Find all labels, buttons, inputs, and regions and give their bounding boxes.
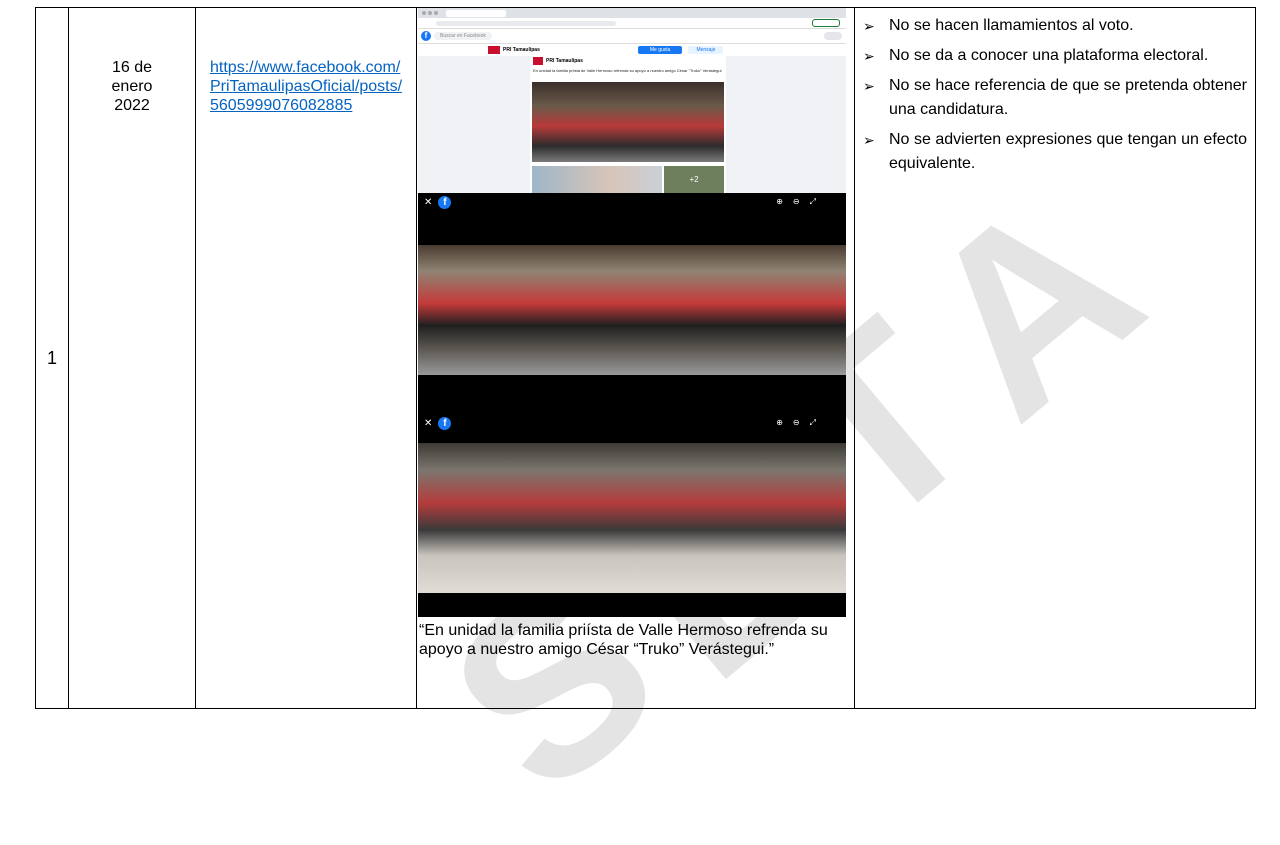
facebook-page-screenshot: f Buscar en Facebook PRI Tamaulipas Me g…: [418, 8, 846, 193]
more-photos-overlay[interactable]: +2: [664, 166, 724, 193]
facebook-logo-icon: f: [438, 195, 452, 209]
table-row: 1 16 de enero 2022 https://www.facebook.…: [35, 7, 1256, 709]
post-avatar-icon: [533, 57, 543, 65]
date-cell: 16 de enero 2022: [68, 7, 196, 709]
zoom-controls-icon[interactable]: ⊕⊖⤢: [776, 197, 826, 207]
browser-addressbar: [418, 18, 846, 29]
date-line: 2022: [114, 97, 150, 114]
date-line: 16 de: [111, 59, 153, 76]
post-photo-thumb: [532, 166, 662, 193]
arrow-bullet-icon: ➢: [863, 78, 875, 94]
event-photo-audience: [418, 443, 846, 593]
post-caption: “En unidad la familia priísta de Valle H…: [419, 622, 828, 658]
date-line: enero: [111, 78, 153, 95]
photo-viewer-1: ✕ f ⊕⊖⤢: [418, 193, 846, 414]
arrow-bullet-icon: ➢: [863, 18, 875, 34]
close-icon[interactable]: ✕: [424, 197, 432, 208]
menu-icon[interactable]: [824, 32, 842, 40]
post-text: En unidad la familia priísta de Valle He…: [533, 68, 722, 73]
post-card: PRI Tamaulipas En unidad la familia prií…: [530, 54, 726, 193]
browser-tabbar: [418, 8, 846, 18]
message-button[interactable]: Mensaje: [688, 46, 724, 54]
row-number-text: 1: [46, 347, 57, 368]
page-name: PRI Tamaulipas: [503, 47, 540, 53]
analysis-item: ➢ No se hace referencia de que se pretend…: [861, 74, 1247, 122]
facebook-logo-icon: f: [421, 31, 431, 41]
row-number: 1: [35, 7, 69, 709]
facebook-post-link[interactable]: https://www.facebook.com/PriTamaulipasOf…: [196, 8, 416, 115]
analysis-list: ➢ No se hacen llamamientos al voto. ➢ No s…: [855, 8, 1255, 176]
analysis-item: ➢ No se da a conocer una plataforma elect…: [861, 44, 1247, 68]
photo-viewer-2: ✕ f ⊕⊖⤢: [418, 414, 846, 617]
analysis-item: ➢ No se advierten expresiones que tengan …: [861, 128, 1247, 176]
zoom-controls-icon[interactable]: ⊕⊖⤢: [776, 418, 826, 428]
evidence-table: 1 16 de enero 2022 https://www.facebook.…: [35, 7, 1256, 709]
close-icon[interactable]: ✕: [424, 418, 432, 429]
arrow-bullet-icon: ➢: [863, 48, 875, 64]
analysis-cell: ➢ No se hacen llamamientos al voto. ➢ No s…: [854, 7, 1256, 709]
arrow-bullet-icon: ➢: [863, 132, 875, 148]
post-author: PRI Tamaulipas: [546, 58, 583, 64]
search-input[interactable]: Buscar en Facebook: [434, 32, 492, 40]
facebook-topbar: f Buscar en Facebook: [418, 29, 846, 44]
link-cell: https://www.facebook.com/PriTamaulipasOf…: [195, 7, 417, 709]
pri-logo-icon: [488, 46, 500, 54]
like-button[interactable]: Me gusta: [637, 46, 683, 54]
facebook-logo-icon: f: [438, 416, 452, 430]
analysis-item: ➢ No se hacen llamamientos al voto.: [861, 12, 1247, 40]
event-photo-group: [418, 245, 846, 375]
evidence-images-cell: f Buscar en Facebook PRI Tamaulipas Me g…: [416, 7, 855, 709]
post-photo: [532, 82, 724, 162]
